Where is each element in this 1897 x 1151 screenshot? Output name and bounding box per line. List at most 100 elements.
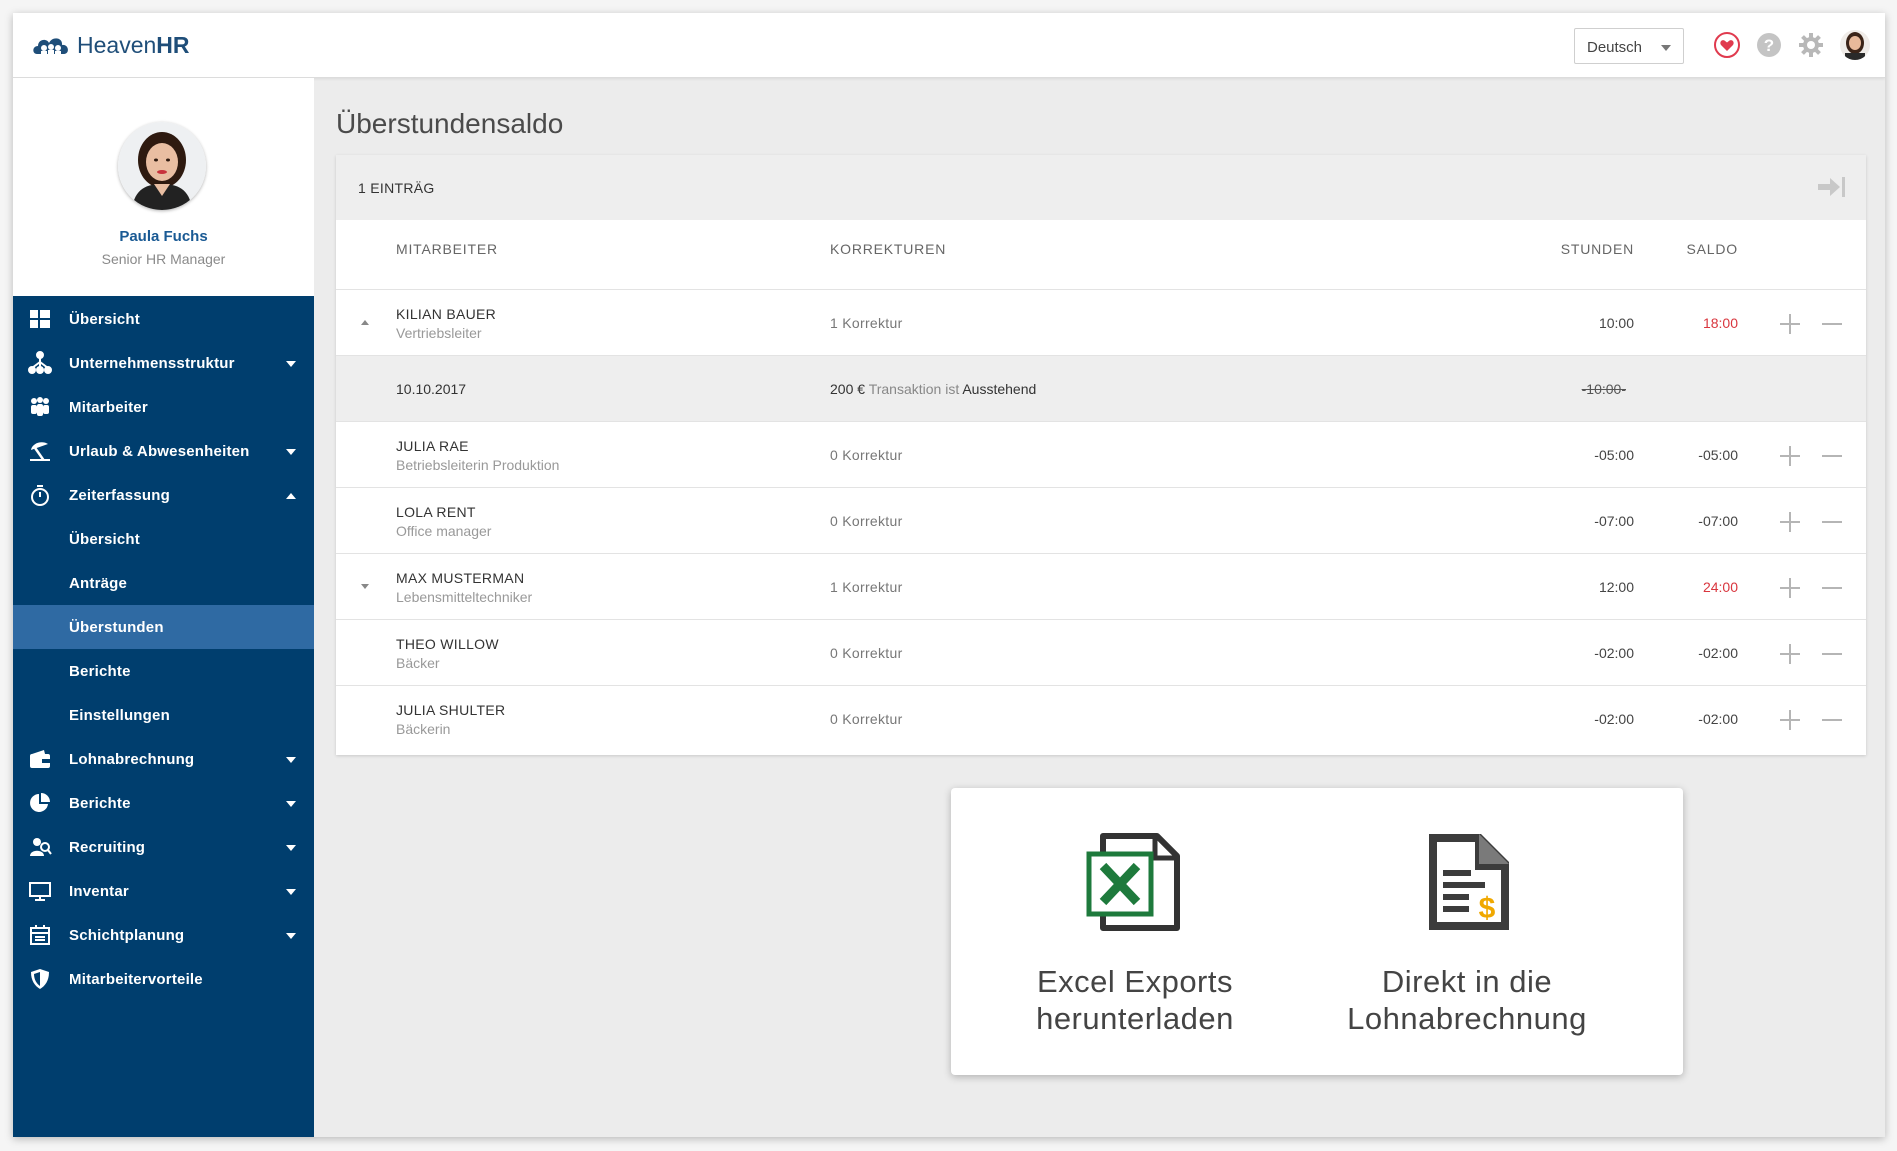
user-avatar[interactable] [1839, 29, 1871, 61]
sidebar-item-recruiting[interactable]: Recruiting [13, 825, 314, 869]
struck-hours-value: -10:00- [1581, 381, 1626, 397]
hours-value: 10:00 [1598, 315, 1634, 331]
sidebar-subitem-uebersicht[interactable]: Übersicht [13, 517, 314, 561]
expand-toggle-icon[interactable] [361, 584, 369, 589]
gear-icon[interactable] [1797, 31, 1825, 59]
sidebar-item-label: Einstellungen [69, 707, 170, 724]
sidebar-item-inventar[interactable]: Inventar [13, 869, 314, 913]
org-structure-icon [28, 351, 52, 374]
sidebar-subitem-berichte[interactable]: Berichte [13, 649, 314, 693]
transaction-text: Transaktion ist [868, 381, 960, 397]
employee-name: THEO WILLOW [396, 636, 499, 652]
column-header-hours[interactable]: STUNDEN [1561, 241, 1634, 257]
sidebar-item-label: Urlaub & Abwesenheiten [69, 443, 250, 460]
sidebar-item-label: Inventar [69, 883, 129, 900]
entry-count: 1 EINTRÄG [358, 180, 435, 196]
corrections-count: 0 Korrektur [830, 645, 903, 661]
transaction-status: Ausstehend [962, 381, 1037, 397]
table-row[interactable]: MAX MUSTERMAN Lebensmitteltechniker 1 Ko… [336, 553, 1866, 619]
payroll-text: Direkt in die Lohnabrechnung [1317, 963, 1617, 1037]
column-header-balance[interactable]: SALDO [1687, 241, 1738, 257]
hours-value: -02:00 [1594, 711, 1634, 727]
plus-icon[interactable] [1778, 444, 1802, 468]
profile-avatar[interactable] [118, 122, 206, 210]
sidebar-item-urlaub[interactable]: Urlaub & Abwesenheiten [13, 429, 314, 473]
people-icon [31, 397, 49, 416]
sidebar-item-label: Mitarbeiter [69, 399, 148, 416]
hours-value: -02:00 [1594, 645, 1634, 661]
app-window: HeavenHR Deutsch ? Paula Fuchs Senior HR… [13, 13, 1885, 1137]
profile-name[interactable]: Paula Fuchs [13, 228, 314, 245]
table-row[interactable]: JULIA SHULTER Bäckerin 0 Korrektur -02:0… [336, 685, 1866, 751]
minus-icon[interactable] [1820, 642, 1844, 666]
export-arrow-icon[interactable] [1816, 175, 1846, 199]
sidebar-item-zeiterfassung[interactable]: Zeiterfassung [13, 473, 314, 517]
excel-file-icon [1086, 833, 1180, 931]
minus-icon[interactable] [1820, 708, 1844, 732]
language-select[interactable]: Deutsch [1574, 28, 1684, 64]
plus-icon[interactable] [1778, 510, 1802, 534]
employee-role: Lebensmitteltechniker [396, 589, 533, 605]
employee-name: MAX MUSTERMAN [396, 570, 525, 586]
minus-icon[interactable] [1820, 312, 1844, 336]
table-toolbar: 1 EINTRÄG [336, 155, 1866, 220]
stopwatch-icon [31, 485, 49, 506]
employee-name: LOLA RENT [396, 504, 476, 520]
help-icon[interactable]: ? [1755, 31, 1783, 59]
column-header-employee[interactable]: MITARBEITER [396, 241, 498, 257]
payroll-feature[interactable]: $ Direkt in die Lohnabrechnung [1317, 788, 1617, 1075]
transaction-detail-row: 10.10.2017 200 € Transaktion ist Aussteh… [336, 355, 1866, 421]
sidebar-item-label: Mitarbeitervorteile [69, 971, 203, 988]
sidebar-item-unternehmensstruktur[interactable]: Unternehmensstruktur [13, 341, 314, 385]
sidebar-item-schichtplanung[interactable]: Schichtplanung [13, 913, 314, 957]
sidebar-item-label: Überstunden [69, 619, 164, 636]
sidebar-item-mitarbeiter[interactable]: Mitarbeiter [13, 385, 314, 429]
sidebar-item-berichte[interactable]: Berichte [13, 781, 314, 825]
minus-icon[interactable] [1820, 576, 1844, 600]
table-row[interactable]: KILIAN BAUER Vertriebsleiter 1 Korrektur… [336, 289, 1866, 355]
employee-role: Bäckerin [396, 721, 451, 737]
table-row[interactable]: THEO WILLOW Bäcker 0 Korrektur -02:00 -0… [336, 619, 1866, 685]
sidebar-subitem-einstellungen[interactable]: Einstellungen [13, 693, 314, 737]
employee-role: Bäcker [396, 655, 440, 671]
feature-promo-card: Excel Exports herunterladen $ Direkt in … [951, 788, 1683, 1075]
payroll-document-icon: $ [1429, 834, 1509, 930]
balance-value: -07:00 [1698, 513, 1738, 529]
transaction-info: 200 € Transaktion ist Ausstehend [830, 381, 1036, 397]
logo[interactable]: HeavenHR [31, 30, 190, 60]
profile-card: Paula Fuchs Senior HR Manager [13, 78, 314, 296]
sidebar-item-lohnabrechnung[interactable]: Lohnabrechnung [13, 737, 314, 781]
sidebar-item-mitarbeitervorteile[interactable]: Mitarbeitervorteile [13, 957, 314, 1001]
svg-text:$: $ [1479, 892, 1496, 925]
sidebar-item-uebersicht[interactable]: Übersicht [13, 297, 314, 341]
plus-icon[interactable] [1778, 708, 1802, 732]
heart-icon[interactable] [1713, 31, 1741, 59]
employee-name: JULIA SHULTER [396, 702, 506, 718]
minus-icon[interactable] [1820, 510, 1844, 534]
top-bar: HeavenHR Deutsch ? [13, 13, 1885, 78]
employee-role: Betriebsleiterin Produktion [396, 457, 560, 473]
transaction-amount: 200 € [830, 381, 866, 397]
balance-value: 18:00 [1702, 315, 1738, 331]
hours-value: -05:00 [1594, 447, 1634, 463]
balance-value: -02:00 [1698, 645, 1738, 661]
brand-name: HeavenHR [77, 31, 190, 58]
chevron-up-icon [286, 493, 296, 499]
plus-icon[interactable] [1778, 576, 1802, 600]
employee-name: KILIAN BAUER [396, 306, 497, 322]
sidebar-subitem-ueberstunden[interactable]: Überstunden [13, 605, 314, 649]
plus-icon[interactable] [1778, 642, 1802, 666]
column-header-corrections[interactable]: KORREKTUREN [830, 241, 946, 257]
sidebar-item-label: Übersicht [69, 531, 140, 548]
wallet-icon [30, 750, 50, 768]
table-row[interactable]: JULIA RAE Betriebsleiterin Produktion 0 … [336, 421, 1866, 487]
sidebar-subitem-antraege[interactable]: Anträge [13, 561, 314, 605]
chevron-down-icon [286, 449, 296, 455]
plus-icon[interactable] [1778, 312, 1802, 336]
excel-export-feature[interactable]: Excel Exports herunterladen [985, 788, 1285, 1075]
minus-icon[interactable] [1820, 444, 1844, 468]
employee-role: Vertriebsleiter [396, 325, 482, 341]
excel-export-text: Excel Exports herunterladen [985, 963, 1285, 1037]
table-row[interactable]: LOLA RENT Office manager 0 Korrektur -07… [336, 487, 1866, 553]
collapse-toggle-icon[interactable] [361, 320, 369, 325]
